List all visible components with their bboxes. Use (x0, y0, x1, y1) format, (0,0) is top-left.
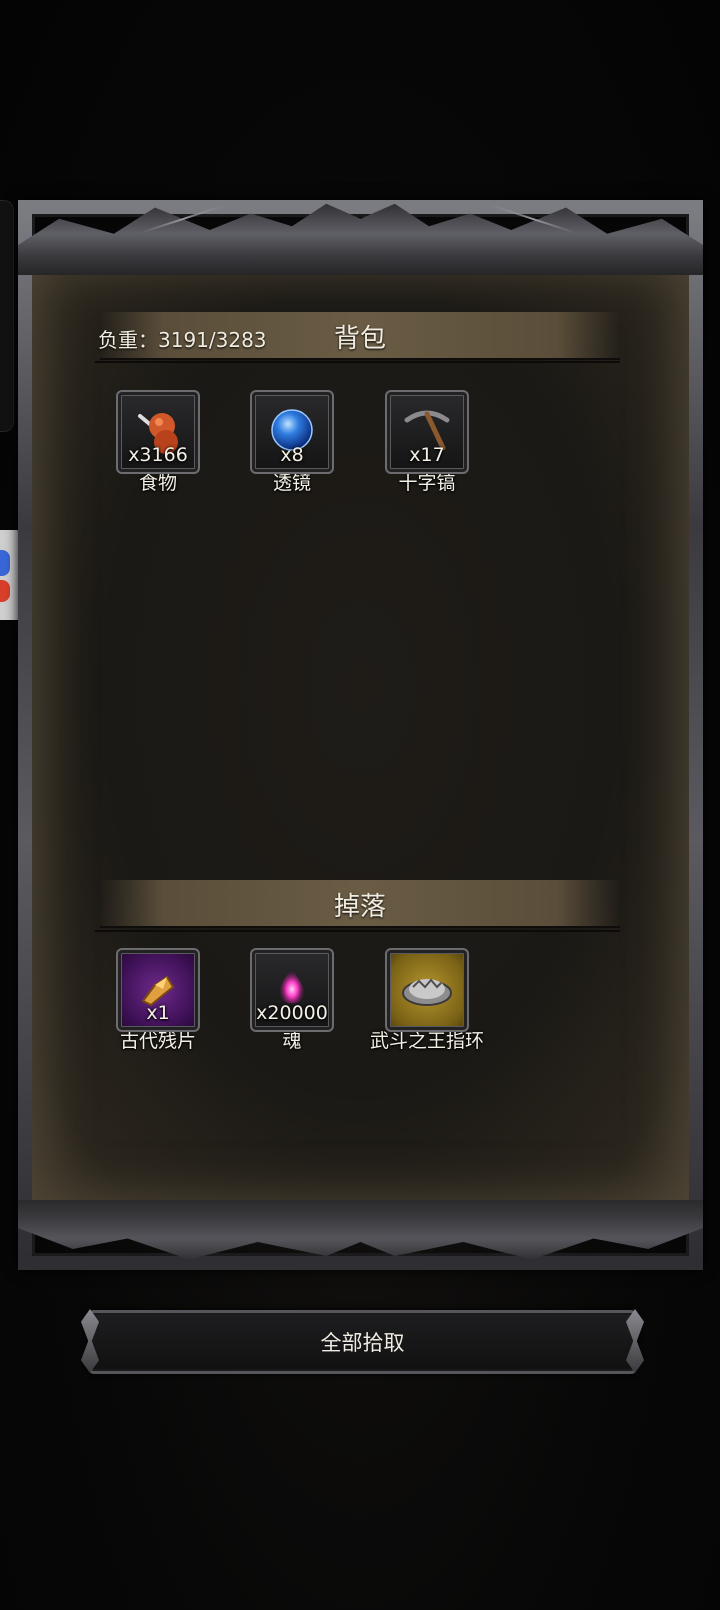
backpack-divider (95, 361, 620, 363)
assistant-red-mark (0, 580, 10, 602)
backpack-item-pickaxe[interactable]: x17 十字镐 (385, 390, 469, 498)
backpack-header: 负重：3191/3283 背包 (98, 312, 620, 360)
item-count: x8 (280, 444, 304, 466)
item-count: x3166 (128, 444, 188, 466)
drops-divider (95, 930, 620, 932)
drops-header: 掉落 (100, 880, 620, 928)
drop-item-ancient-fragment[interactable]: x1 古代残片 (116, 948, 200, 1056)
item-slot[interactable]: x20000 (250, 948, 334, 1032)
drop-item-soul[interactable]: x20000 魂 (250, 948, 334, 1056)
backpack-title: 背包 (333, 324, 386, 354)
assistant-blue-mark (0, 550, 10, 576)
item-count: x20000 (256, 1002, 328, 1024)
item-slot[interactable]: x1 (116, 948, 200, 1032)
item-slot[interactable]: x17 (385, 390, 469, 474)
item-count: x17 (409, 444, 445, 466)
silver-ring-icon (402, 978, 452, 1006)
backpack-item-food[interactable]: x3166 食物 (116, 390, 200, 498)
pickup-all-button[interactable]: 全部拾取 (81, 1309, 644, 1374)
side-edge-panel[interactable] (0, 200, 14, 432)
item-slot[interactable] (385, 948, 469, 1032)
item-slot[interactable]: x3166 (116, 390, 200, 474)
item-slot[interactable]: x8 (250, 390, 334, 474)
drops-title: 掉落 (333, 892, 386, 922)
item-count: x1 (146, 1002, 170, 1024)
drop-item-ring[interactable]: 武斗之王指环 (370, 948, 484, 1056)
game-screen: 负重：3191/3283 背包 x3166 食物 x8 透镜 x17 十字镐 掉… (0, 0, 720, 1610)
backpack-item-lens[interactable]: x8 透镜 (250, 390, 334, 498)
pickup-all-label: 全部拾取 (320, 1331, 405, 1355)
